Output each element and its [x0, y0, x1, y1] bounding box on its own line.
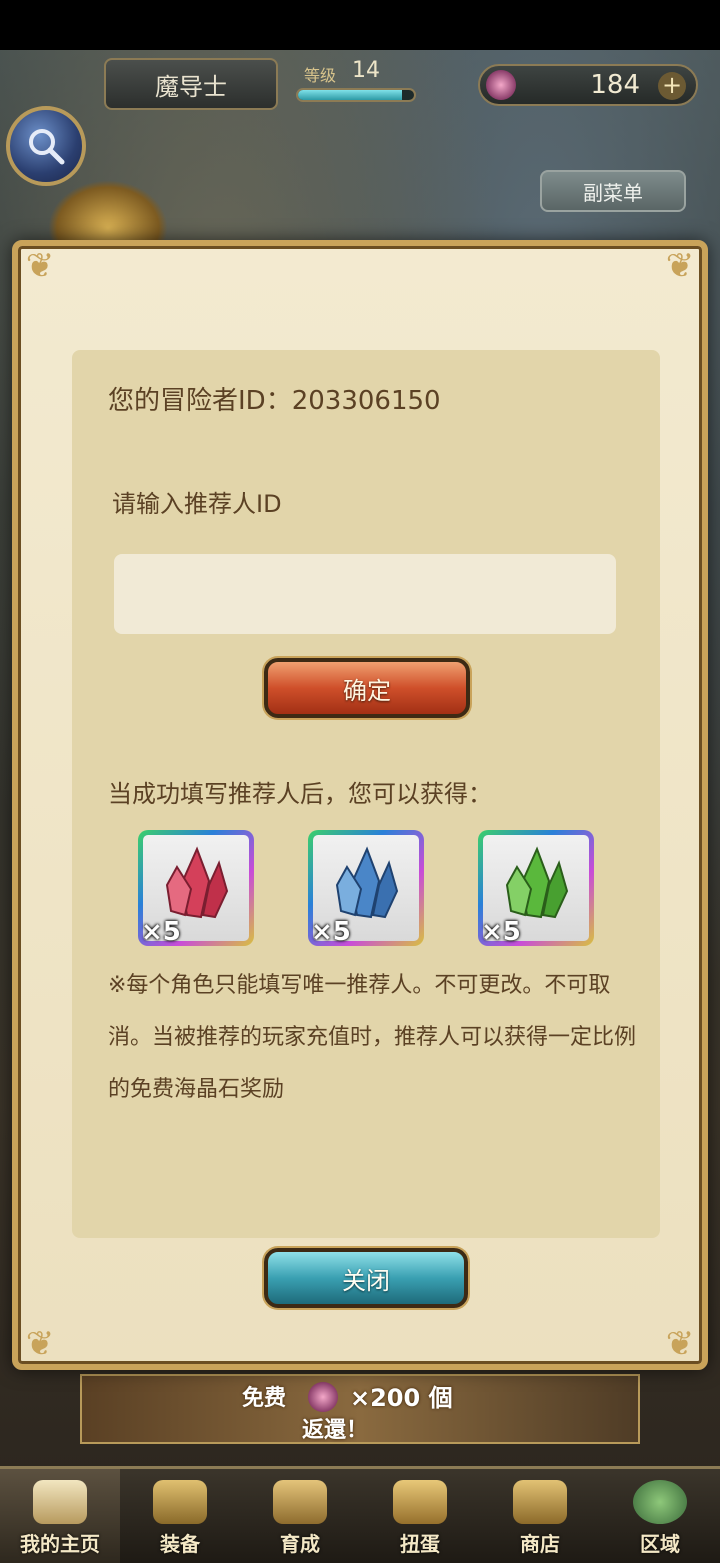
nav-label: 我的主页	[20, 1532, 100, 1556]
globe-icon	[633, 1480, 687, 1524]
reward-quantity: ×5	[141, 917, 181, 947]
ornament-corner-icon: ❦	[25, 1324, 55, 1364]
green-crystal-icon	[505, 846, 569, 919]
search-button[interactable]	[6, 106, 86, 186]
nav-label: 区域	[640, 1532, 680, 1556]
close-button[interactable]: 关闭	[264, 1248, 468, 1308]
nav-label: 扭蛋	[400, 1532, 440, 1556]
banner-return-text: 返還！	[302, 1418, 369, 1443]
nav-item-equipment[interactable]: 装备	[120, 1469, 240, 1563]
nav-label: 装备	[160, 1532, 200, 1556]
nav-label: 育成	[280, 1532, 320, 1556]
nav-item-gacha[interactable]: 扭蛋	[360, 1469, 480, 1563]
dialog-content-panel: 您的冒险者ID：203306150 请输入推荐人ID 确定 当成功填写推荐人后，…	[72, 350, 660, 1238]
add-gems-button[interactable]: +	[658, 72, 686, 100]
level-progress-bar	[296, 88, 416, 102]
gem-counter: 184 +	[478, 64, 698, 106]
level-label: 等级	[304, 66, 337, 85]
level-display: 等级 14	[296, 58, 420, 108]
sea-crystal-icon	[308, 1382, 338, 1412]
promo-banner[interactable]: 免费 ×200 個 返還！	[80, 1374, 640, 1444]
referral-dialog: ❦ ❦ ❦ ❦ 您的冒险者ID：203306150 请输入推荐人ID 确定 当成…	[12, 240, 708, 1370]
shop-bag-icon	[513, 1480, 567, 1524]
sea-crystal-icon	[486, 70, 516, 100]
helmet-icon	[153, 1480, 207, 1524]
ornament-corner-icon: ❦	[25, 246, 55, 286]
submenu-button[interactable]: 副菜单	[540, 170, 686, 212]
reward-quantity: ×5	[311, 917, 351, 947]
confirm-button[interactable]: 确定	[264, 658, 470, 718]
ornament-corner-icon: ❦	[665, 246, 695, 286]
level-value: 14	[352, 58, 380, 83]
reward-item-green-crystal[interactable]: ×5	[478, 830, 594, 947]
reward-item-blue-crystal[interactable]: ×5	[308, 830, 424, 947]
player-name: 魔导士	[104, 58, 278, 110]
gacha-bell-icon	[393, 1480, 447, 1524]
search-icon	[29, 129, 65, 165]
reward-quantity: ×5	[481, 917, 521, 947]
home-scroll-icon	[33, 1480, 87, 1524]
blue-crystal-icon	[335, 846, 399, 919]
referrer-id-prompt: 请输入推荐人ID	[112, 490, 282, 518]
nav-label: 商店	[520, 1532, 560, 1556]
banner-amount-text: ×200 個	[350, 1384, 453, 1412]
gem-count: 184	[590, 70, 640, 100]
referrer-id-input[interactable]	[114, 554, 616, 634]
reward-title: 当成功填写推荐人后，您可以获得：	[108, 780, 492, 808]
adventurer-id: 您的冒险者ID：203306150	[108, 386, 441, 416]
nav-item-shop[interactable]: 商店	[480, 1469, 600, 1563]
nav-item-region[interactable]: 区域	[600, 1469, 720, 1563]
referral-rules-note: ※每个角色只能填写唯一推荐人。不可更改。不可取消。当被推荐的玩家充值时，推荐人可…	[108, 973, 637, 1102]
ornament-corner-icon: ❦	[665, 1324, 695, 1364]
nav-item-training[interactable]: 育成	[240, 1469, 360, 1563]
bottom-navigation: 我的主页 装备 育成 扭蛋 商店 区域	[0, 1466, 720, 1563]
nav-item-home[interactable]: 我的主页	[0, 1469, 120, 1563]
level-progress-fill	[298, 90, 403, 100]
red-crystal-icon	[165, 846, 229, 919]
banner-free-text: 免费	[242, 1386, 287, 1411]
reward-item-red-crystal[interactable]: ×5	[138, 830, 254, 947]
sword-icon	[273, 1480, 327, 1524]
